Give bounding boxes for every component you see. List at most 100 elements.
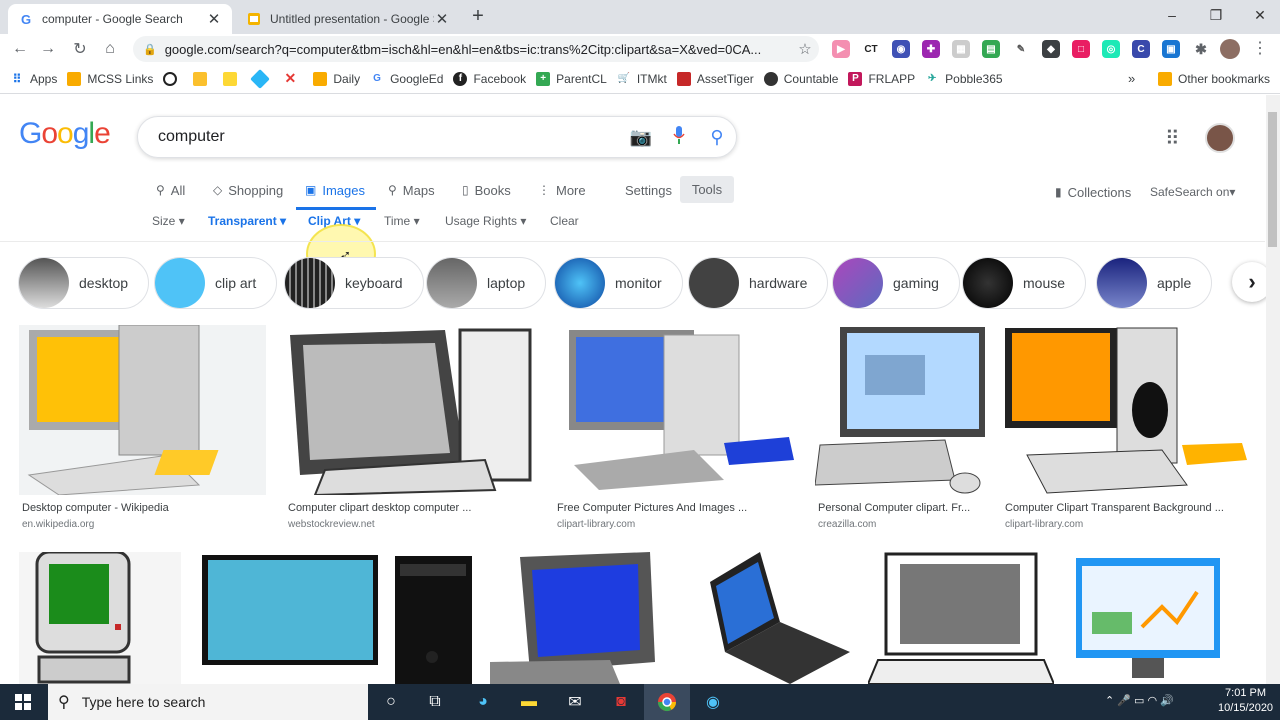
extension-icon[interactable]: ▣ — [1162, 40, 1180, 58]
bookmark-apps[interactable]: ⠿ Apps — [10, 72, 58, 86]
tab-all[interactable]: ⚲ All — [156, 178, 185, 202]
file-explorer-icon[interactable]: ▬ — [506, 684, 552, 720]
task-view-icon[interactable]: ⧉ — [412, 684, 458, 720]
extension-icon[interactable]: ✎ — [1012, 40, 1030, 58]
chip-apple[interactable]: apple — [1096, 257, 1213, 309]
forward-icon[interactable]: → — [34, 34, 62, 64]
google-logo[interactable]: Google — [19, 117, 111, 151]
close-tab-icon[interactable]: ✕ — [434, 10, 450, 28]
extension-icon[interactable]: ✚ — [922, 40, 940, 58]
back-icon[interactable]: ← — [6, 34, 34, 64]
bookmark-daily[interactable]: Daily — [313, 71, 360, 86]
bookmark-icon-o[interactable] — [163, 71, 183, 86]
extension-icon[interactable]: ◆ — [1042, 40, 1060, 58]
result-image[interactable] — [815, 325, 985, 495]
minimize-button[interactable]: – — [1150, 2, 1194, 28]
result-image[interactable] — [285, 325, 535, 495]
edge-icon[interactable]: ◕ — [460, 684, 506, 720]
tab-more[interactable]: ⋮ More — [538, 178, 586, 202]
bookmark-icon-d[interactable]: ✕ — [283, 70, 303, 86]
chip-keyboard[interactable]: keyboard — [284, 257, 424, 309]
camera-icon[interactable]: 📷 — [622, 127, 660, 148]
result-image[interactable] — [680, 552, 852, 684]
extension-ct-icon[interactable]: CT — [862, 40, 880, 58]
close-window-button[interactable]: ✕ — [1238, 2, 1280, 28]
result-image[interactable] — [19, 552, 181, 684]
result-image[interactable] — [868, 552, 1054, 684]
chrome-icon[interactable] — [644, 684, 690, 720]
new-tab-button[interactable]: + — [466, 6, 490, 28]
tab-shopping[interactable]: ◇ Shopping — [213, 178, 283, 202]
bookmark-icon-b[interactable] — [223, 71, 243, 86]
filter-size[interactable]: Size ▾ — [152, 214, 185, 228]
chip-hardware[interactable]: hardware — [688, 257, 829, 309]
chip-clipart[interactable]: clip art — [154, 257, 278, 309]
search-input[interactable]: computer 📷 ⚲ — [137, 116, 737, 158]
address-bar[interactable]: 🔒 google.com/search?q=computer&tbm=isch&… — [133, 36, 819, 62]
result-image[interactable] — [554, 325, 798, 495]
chip-laptop[interactable]: laptop — [426, 257, 547, 309]
tab-maps[interactable]: ⚲ Maps — [388, 178, 435, 202]
result-title[interactable]: Computer clipart desktop computer ... — [288, 502, 533, 514]
extension-icon[interactable]: ◉ — [892, 40, 910, 58]
search-icon[interactable]: ⚲ — [698, 127, 736, 148]
extension-icon[interactable]: ▦ — [952, 40, 970, 58]
account-avatar[interactable] — [1205, 123, 1235, 153]
apps-grid-icon[interactable]: ⠿ — [1165, 126, 1180, 151]
bookmark-assettiger[interactable]: AssetTiger — [676, 71, 754, 86]
collections-link[interactable]: ▮ Collections — [1055, 180, 1131, 204]
windows-start-icon[interactable] — [0, 684, 46, 720]
bookmark-frlapp[interactable]: P FRLAPP — [848, 71, 915, 86]
extension-icon[interactable]: □ — [1072, 40, 1090, 58]
chip-gaming[interactable]: gaming — [832, 257, 960, 309]
settings-link[interactable]: Settings — [625, 178, 672, 202]
bookmark-icon-c[interactable] — [250, 68, 273, 89]
bookmarks-overflow-icon[interactable]: » — [1128, 71, 1135, 86]
tray-icons[interactable]: ⌃ 🎤 ▭ ◠ 🔊 — [1105, 694, 1174, 707]
home-icon[interactable]: ⌂ — [96, 34, 124, 64]
tab-presentation[interactable]: Untitled presentation - Google Sl ✕ — [236, 4, 460, 34]
tab-images[interactable]: ▣ Images — [305, 178, 365, 202]
tools-button[interactable]: Tools — [680, 176, 734, 203]
microphone-icon[interactable] — [660, 125, 698, 150]
extension-icon[interactable]: ▶ — [832, 40, 850, 58]
result-image[interactable] — [1002, 325, 1248, 495]
bookmark-facebook[interactable]: f Facebook — [453, 71, 526, 86]
scrollbar-thumb[interactable] — [1268, 112, 1277, 247]
app-red-icon[interactable]: ◙ — [598, 684, 644, 720]
bookmark-countable[interactable]: Countable — [763, 71, 838, 86]
result-image[interactable] — [490, 552, 662, 684]
result-title[interactable]: Desktop computer - Wikipedia — [22, 502, 262, 514]
profile-avatar[interactable] — [1220, 39, 1240, 59]
chip-desktop[interactable]: desktop — [18, 257, 150, 309]
bookmark-parentcl[interactable]: + ParentCL — [536, 71, 607, 86]
result-image[interactable] — [19, 325, 266, 495]
puzzle-icon[interactable]: ✱ — [1192, 40, 1210, 58]
mail-icon[interactable]: ✉ — [552, 684, 598, 720]
taskbar-search[interactable]: ⚲ Type here to search — [48, 684, 368, 720]
extension-icon[interactable]: ◎ — [1102, 40, 1120, 58]
result-image[interactable] — [200, 552, 473, 684]
screencast-icon[interactable]: ◉ — [690, 684, 736, 720]
tab-google-search[interactable]: G computer - Google Search ✕ — [8, 4, 232, 34]
bookmark-star-icon[interactable]: ☆ — [791, 40, 819, 58]
chip-monitor[interactable]: monitor — [554, 257, 683, 309]
result-title[interactable]: Personal Computer clipart. Fr... — [818, 502, 983, 514]
safesearch-dropdown[interactable]: SafeSearch on ▾ — [1150, 180, 1235, 204]
menu-dots-icon[interactable]: ⋮ — [1250, 38, 1270, 58]
maximize-button[interactable]: ❐ — [1194, 2, 1238, 28]
close-tab-icon[interactable]: ✕ — [206, 10, 222, 28]
taskbar-clock[interactable]: 7:01 PM 10/15/2020 — [1218, 686, 1273, 716]
extension-c-icon[interactable]: C — [1132, 40, 1150, 58]
result-title[interactable]: Free Computer Pictures And Images ... — [557, 502, 797, 514]
other-bookmarks[interactable]: Other bookmarks — [1158, 72, 1270, 86]
reload-icon[interactable]: ↻ — [66, 34, 94, 64]
bookmark-itmkt[interactable]: 🛒 ITMkt — [617, 72, 667, 86]
result-title[interactable]: Computer Clipart Transparent Background … — [1005, 502, 1245, 514]
bookmark-googleed[interactable]: G GoogleEd — [370, 72, 443, 86]
filter-time[interactable]: Time ▾ — [384, 214, 420, 228]
bookmark-pobble[interactable]: ✈ Pobble365 — [925, 72, 1003, 86]
extension-icon[interactable]: ▤ — [982, 40, 1000, 58]
filter-clear[interactable]: Clear — [550, 214, 579, 228]
filter-usage-rights[interactable]: Usage Rights ▾ — [445, 214, 526, 228]
